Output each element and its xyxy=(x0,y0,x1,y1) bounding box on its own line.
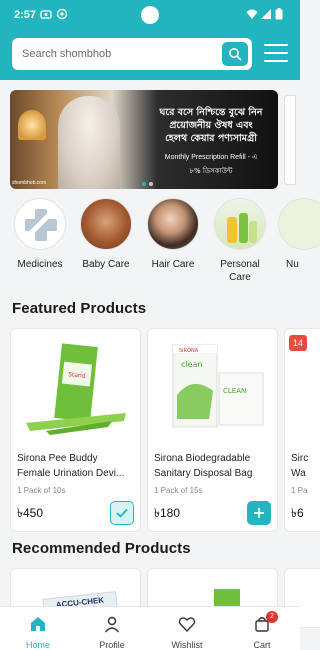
nav-label: Cart xyxy=(253,640,271,650)
product-card[interactable]: Stand Sirona Pee Buddy Female Urination … xyxy=(10,328,141,532)
nav-label: Profile xyxy=(99,640,125,650)
nav-label: Wishlist xyxy=(171,640,203,650)
notification-icon xyxy=(40,10,52,19)
cart-badge: 2 xyxy=(266,611,278,623)
product-name: Wa xyxy=(291,468,306,479)
svg-text:SIRONA: SIRONA xyxy=(179,348,199,354)
product-pack: 1 Pa xyxy=(291,486,308,495)
product-name: Sirc xyxy=(291,453,309,464)
product-price: ৳180 xyxy=(154,506,180,520)
product-price: ৳450 xyxy=(17,506,43,520)
product-price: ৳6 xyxy=(291,506,304,520)
category-baby-care[interactable]: Baby Care xyxy=(77,198,135,271)
product-card[interactable]: 14 Sirc Wa 1 Pa ৳6 xyxy=(284,328,320,532)
wifi-icon xyxy=(246,9,258,19)
product-name: Female Urination Devi... xyxy=(17,468,125,479)
banner-line4: Monthly Prescription Refill - এ xyxy=(164,154,258,161)
banner-photo xyxy=(58,96,120,189)
nav-profile[interactable]: Profile xyxy=(82,615,142,650)
featured-products-title: Featured Products xyxy=(12,300,147,317)
banner-line2: প্রয়োজনীয় ঔষধ এবং xyxy=(169,120,253,131)
signal-icon xyxy=(261,9,271,19)
nutrition-image xyxy=(278,198,320,250)
profile-icon xyxy=(104,616,120,633)
category-label: Baby Care xyxy=(82,259,130,270)
recommended-products-title: Recommended Products xyxy=(12,540,191,557)
nav-cart[interactable]: 2 Cart xyxy=(232,611,292,650)
battery-icon xyxy=(275,8,283,20)
plus-icon xyxy=(254,508,264,518)
banner-line1: ঘরে বসে নিশ্চিন্তে বুঝে নিন xyxy=(159,107,263,118)
add-to-cart-button[interactable] xyxy=(247,501,271,525)
category-medicines[interactable]: Medicines xyxy=(11,198,69,271)
product-name: Sirona Pee Buddy xyxy=(17,453,98,464)
status-bar: 2:57 xyxy=(0,0,300,30)
nav-wishlist[interactable]: Wishlist xyxy=(157,615,217,650)
settings-icon xyxy=(56,8,68,20)
svg-text:CLEAN: CLEAN xyxy=(223,387,246,395)
nav-label: Home xyxy=(25,640,50,650)
category-label: Medicines xyxy=(17,259,63,270)
product-image: SIRONA clean CLEAN xyxy=(172,344,264,428)
product-pack: 1 Pack of 15s xyxy=(154,486,203,495)
search-icon xyxy=(229,48,242,61)
search-input[interactable] xyxy=(12,38,217,70)
status-time: 2:57 xyxy=(14,9,37,21)
banner-line3: হেলথ কেয়ার পণ্যসামগ্রী xyxy=(165,133,257,144)
svg-text:clean: clean xyxy=(181,360,203,369)
product-name: Sanitary Disposal Bag xyxy=(154,468,253,479)
product-pack: 1 Pack of 10s xyxy=(17,486,66,495)
category-personal-care[interactable]: Personal Care xyxy=(211,198,269,284)
banner-text: ঘরে বসে নিশ্চিন্তে বুঝে নিন প্রয়োজনীয় … xyxy=(152,106,270,177)
camera-cutout xyxy=(141,6,159,24)
banner-pagination xyxy=(142,173,156,191)
discount-badge: 14 xyxy=(289,335,307,351)
nav-home[interactable]: Home xyxy=(8,615,68,650)
category-label: Nu xyxy=(286,259,299,270)
search-button[interactable] xyxy=(222,42,248,66)
personal-care-image xyxy=(214,198,266,250)
category-label: Personal Care xyxy=(220,259,260,283)
page-dot[interactable] xyxy=(149,182,153,186)
product-name: Sirona Biodegradable xyxy=(154,453,251,464)
heart-icon xyxy=(178,617,196,633)
app-header: 2:57 xyxy=(0,0,300,80)
hair-care-image xyxy=(147,198,199,250)
product-image: Stand xyxy=(26,343,126,435)
search-bar xyxy=(12,38,252,70)
added-to-cart-button[interactable] xyxy=(110,501,134,525)
bottom-navigation: Home Profile Wishlist 2 Cart xyxy=(0,606,300,650)
banner-line5: ৮% ডিসকাউন্ট xyxy=(189,167,233,175)
next-banner-peek[interactable] xyxy=(284,95,296,185)
lamp-image xyxy=(18,110,46,140)
medicines-icon xyxy=(14,198,66,250)
baby-care-image xyxy=(80,198,132,250)
check-icon xyxy=(116,508,128,518)
home-icon xyxy=(31,617,45,631)
product-card[interactable]: SIRONA clean CLEAN Sirona Biodegradable … xyxy=(147,328,278,532)
banner-logo: shombhob.com xyxy=(12,180,47,186)
category-hair-care[interactable]: Hair Care xyxy=(144,198,202,271)
hamburger-menu-icon[interactable] xyxy=(264,44,288,64)
page-dot[interactable] xyxy=(142,182,146,186)
category-label: Hair Care xyxy=(151,259,195,270)
category-nutrition[interactable]: Nu xyxy=(278,198,320,271)
